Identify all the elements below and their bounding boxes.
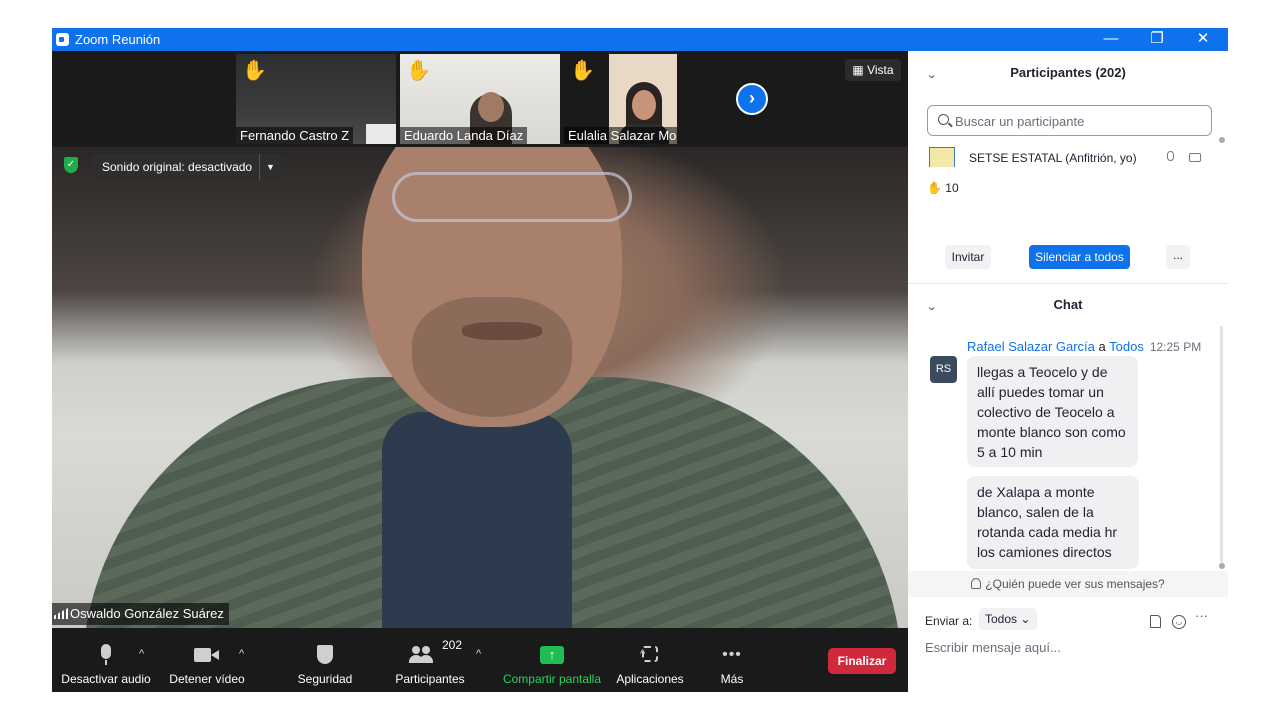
- raised-hands-count: ✋ 10: [927, 181, 959, 195]
- raised-hand-icon: ✋: [242, 60, 267, 82]
- zoom-window: Zoom Reunión — ❐ ✕ ✋ Fernando Castro Z ✋…: [52, 28, 1228, 692]
- title-bar: Zoom Reunión — ❐ ✕: [52, 28, 1228, 51]
- speaker-name-tag: Oswaldo González Suárez: [52, 603, 229, 625]
- zoom-logo-icon: [56, 33, 69, 46]
- restore-button[interactable]: ❐: [1134, 28, 1180, 51]
- avatar: RS: [930, 356, 957, 383]
- thumbnail-face: [632, 90, 656, 120]
- chat-title: Chat: [1053, 297, 1083, 312]
- message-header: Rafael Salazar García a Todos 12:25 PM: [967, 339, 1207, 354]
- raised-hand-icon: ✋: [570, 60, 595, 82]
- video-area: ✋ Fernando Castro Z ✋ Eduardo Landa Díaz…: [52, 51, 908, 692]
- chat-scrollbar[interactable]: [1219, 326, 1225, 571]
- window-title: Zoom Reunión: [75, 32, 161, 47]
- share-screen-button[interactable]: ↑ ^ Compartir pantalla: [500, 628, 645, 692]
- audio-label: Desactivar audio: [61, 672, 151, 686]
- thumbnail-name: Eulalia Salazar Montes: [564, 127, 677, 144]
- message-recipient[interactable]: Todos: [1109, 339, 1144, 354]
- who-can-see-label: ¿Quién puede ver sus mensajes?: [985, 577, 1165, 591]
- participant-avatar: [929, 147, 955, 167]
- participant-thumbnail[interactable]: ✋ Eduardo Landa Díaz: [400, 54, 560, 144]
- participant-search-input[interactable]: [955, 112, 1205, 130]
- thumbnail-strip: ✋ Fernando Castro Z ✋ Eduardo Landa Díaz…: [52, 51, 908, 147]
- thumbnail-name: Fernando Castro Z: [236, 127, 354, 144]
- more-label: Más: [720, 672, 744, 686]
- emoji-icon[interactable]: ◡: [1172, 615, 1186, 629]
- video-label: Detener vídeo: [169, 672, 245, 686]
- ellipsis-icon: •••: [722, 646, 742, 663]
- raised-hand-icon: ✋: [406, 60, 431, 82]
- mute-audio-button[interactable]: ^ Desactivar audio: [60, 628, 152, 692]
- microphone-icon: [93, 644, 119, 666]
- stop-video-button[interactable]: ^ Detener vídeo: [168, 628, 246, 692]
- participants-title: Participantes (202): [1010, 65, 1126, 80]
- thumbnail-face: [478, 92, 504, 122]
- security-label: Seguridad: [297, 672, 353, 686]
- user-icon: [971, 578, 982, 589]
- apps-icon: [637, 644, 663, 666]
- speaker-collar: [382, 412, 572, 628]
- chat-message-input[interactable]: [925, 637, 1215, 657]
- chevron-down-icon[interactable]: ▼: [259, 154, 281, 180]
- thumbnail-name: Eduardo Landa Díaz: [400, 127, 528, 144]
- invite-button[interactable]: Invitar: [945, 245, 991, 269]
- active-speaker-video: ✓ Sonido original: desactivado ▼ Oswaldo…: [52, 147, 908, 628]
- message-separator: a: [1094, 339, 1110, 354]
- participants-button[interactable]: 202 ^ Participantes: [392, 628, 481, 692]
- share-screen-icon: ↑: [539, 644, 565, 666]
- next-page-button[interactable]: ›: [736, 83, 768, 115]
- search-icon: [938, 114, 949, 125]
- message-sender[interactable]: Rafael Salazar García: [967, 339, 1095, 354]
- participant-row[interactable]: SETSE ESTATAL (Anfitrión, yo): [927, 145, 1217, 167]
- minimize-button[interactable]: —: [1088, 28, 1134, 51]
- view-label: Vista: [867, 63, 894, 77]
- more-button[interactable]: ••• Más: [708, 628, 756, 692]
- participant-thumbnail[interactable]: ✋ Fernando Castro Z: [236, 54, 396, 144]
- audio-options-caret[interactable]: ^: [139, 648, 144, 660]
- who-can-see-link[interactable]: ¿Quién puede ver sus mensajes?: [908, 571, 1228, 597]
- security-button[interactable]: Seguridad: [292, 628, 358, 692]
- participant-search[interactable]: [927, 105, 1212, 136]
- shield-icon: [312, 644, 338, 666]
- send-to-label: Enviar a:: [925, 614, 973, 628]
- microphone-icon[interactable]: [1167, 151, 1174, 161]
- signal-strength-icon: [54, 608, 68, 619]
- message-time: 12:25 PM: [1149, 340, 1202, 354]
- participants-more-button[interactable]: ...: [1166, 245, 1190, 269]
- send-to-dropdown[interactable]: Todos ⌄: [979, 608, 1037, 630]
- video-options-caret[interactable]: ^: [239, 648, 244, 660]
- participant-name: SETSE ESTATAL (Anfitrión, yo): [969, 151, 1137, 165]
- chat-message-bubble[interactable]: llegas a Teocelo y de allí puedes tomar …: [967, 356, 1138, 467]
- end-meeting-button[interactable]: Finalizar: [828, 648, 896, 674]
- side-panel: ⌄ Participantes (202) SETSE ESTATAL (Anf…: [908, 51, 1228, 692]
- video-camera-icon[interactable]: [1189, 153, 1201, 162]
- thumbnail-video: [366, 124, 396, 144]
- apps-button[interactable]: Aplicaciones: [614, 628, 686, 692]
- meeting-toolbar: ^ Desactivar audio ^ Detener vídeo Segur…: [52, 628, 908, 692]
- participants-scrollbar[interactable]: [1219, 137, 1225, 165]
- speaker-glasses: [392, 172, 632, 222]
- encryption-shield-icon[interactable]: ✓: [60, 154, 82, 176]
- participants-label: Participantes: [395, 672, 465, 686]
- speaker-name: Oswaldo González Suárez: [70, 606, 224, 621]
- divider: [908, 283, 1228, 284]
- apps-label: Aplicaciones: [616, 672, 684, 686]
- speaker-mouth: [462, 322, 542, 340]
- original-sound-toggle[interactable]: Sonido original: desactivado ▼: [93, 154, 281, 180]
- people-icon: [409, 644, 435, 666]
- view-button[interactable]: ▦ Vista: [845, 59, 901, 81]
- chat-message-bubble[interactable]: de Xalapa a monte blanco, salen de la ro…: [967, 476, 1139, 569]
- participant-thumbnail[interactable]: ✋ Eulalia Salazar Montes: [564, 54, 677, 144]
- share-label: Compartir pantalla: [502, 672, 602, 686]
- participants-count: 202: [442, 638, 463, 652]
- speaker-beard: [412, 297, 572, 417]
- original-sound-label: Sonido original: desactivado: [102, 160, 253, 174]
- chat-more-icon[interactable]: ···: [1195, 608, 1208, 623]
- video-camera-icon: [194, 644, 220, 666]
- participants-options-caret[interactable]: ^: [476, 648, 481, 660]
- mute-all-button[interactable]: Silenciar a todos: [1029, 245, 1130, 269]
- file-icon[interactable]: [1150, 615, 1161, 628]
- close-button[interactable]: ✕: [1180, 28, 1226, 51]
